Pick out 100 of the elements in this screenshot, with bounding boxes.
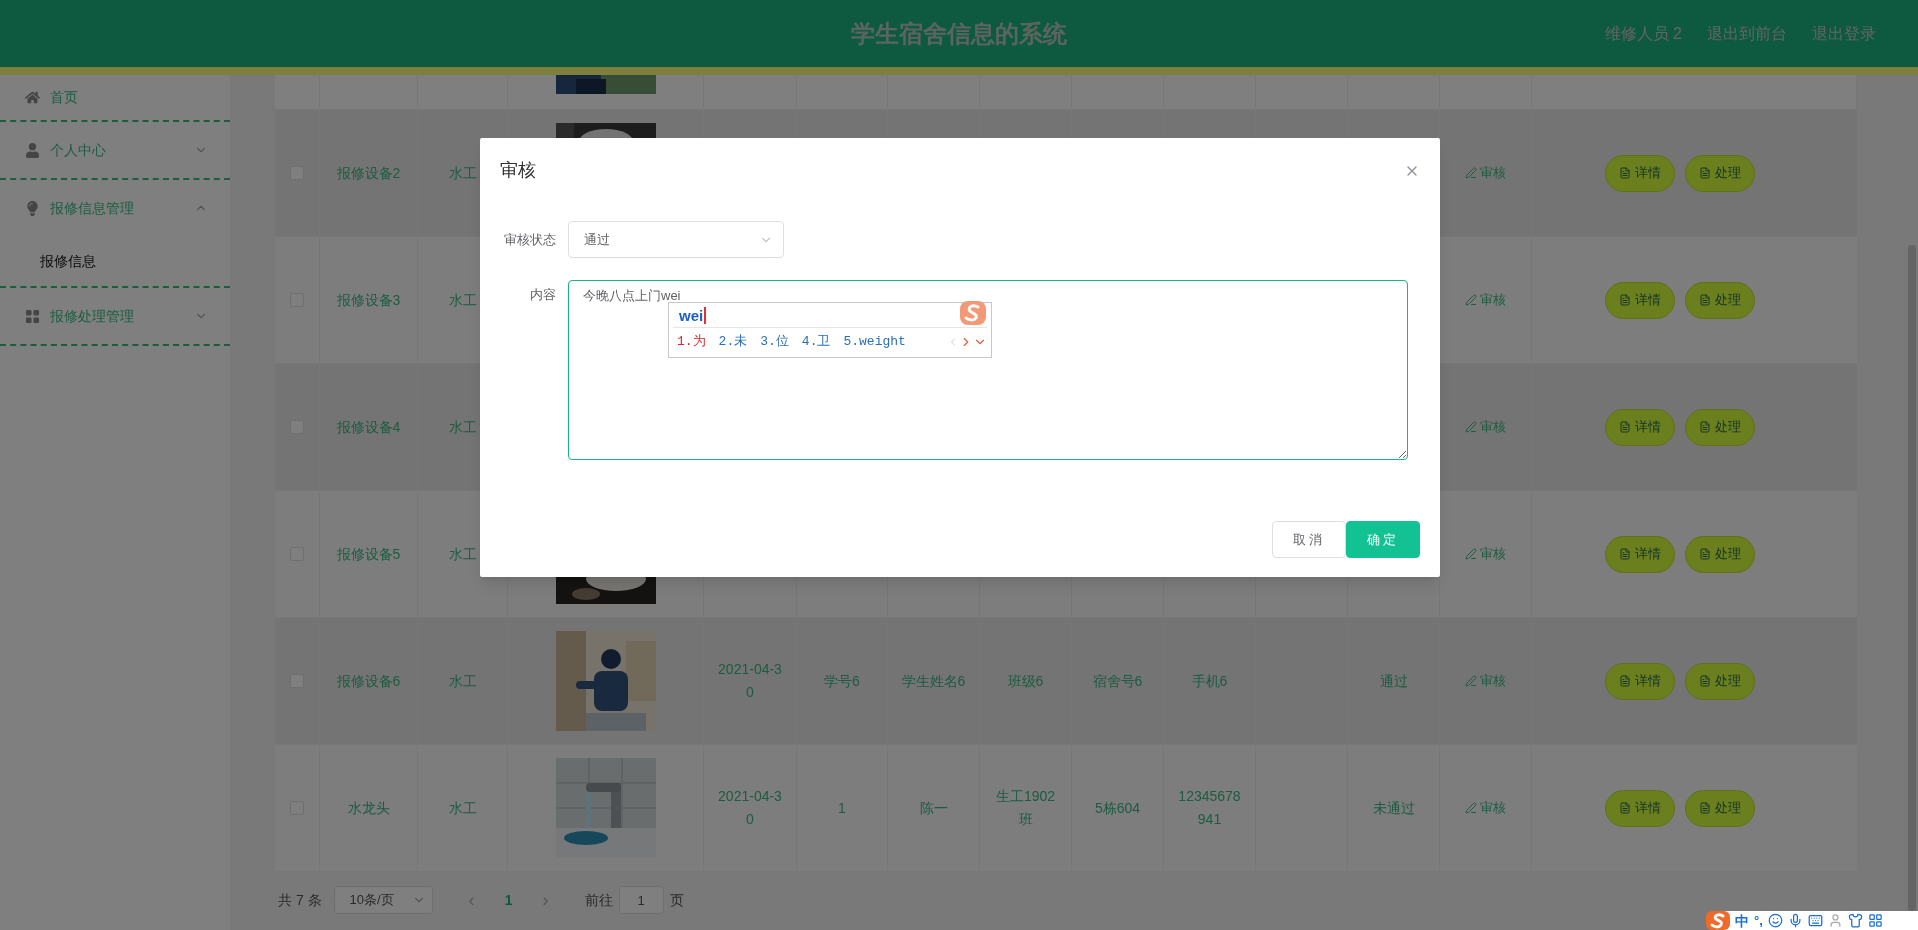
field-label: 审核状态: [503, 231, 557, 249]
keyboard-icon[interactable]: [1807, 913, 1823, 928]
document-icon: [1619, 675, 1631, 687]
menu-icon: [25, 308, 40, 324]
table-cell-text: 学生姓名6: [900, 671, 967, 691]
table-cell-text: 水工: [447, 290, 478, 310]
row-action-button[interactable]: 详情: [1605, 789, 1675, 827]
ime-candidate[interactable]: 1.为: [677, 332, 706, 352]
row-action-button[interactable]: 详情: [1605, 154, 1675, 192]
table-cell-text: 学号6: [823, 671, 861, 691]
goto-page-input[interactable]: 1: [618, 886, 664, 914]
confirm-button[interactable]: 确定: [1346, 521, 1420, 558]
table-cell-text: 手机6: [1190, 671, 1229, 691]
table-cell-text: 报修设备3: [335, 290, 402, 310]
document-icon: [1699, 548, 1711, 560]
app-title: 学生宿舍信息的系统: [851, 18, 1067, 49]
row-action-button[interactable]: 详情: [1605, 535, 1675, 573]
table-cell-text: 宿舍号6: [1091, 671, 1144, 691]
table-cell-text: 报修设备2: [335, 163, 402, 183]
page-size-select[interactable]: 10条/页: [333, 886, 433, 914]
scrollbar-thumb[interactable]: [1908, 245, 1916, 911]
document-icon: [1699, 421, 1711, 433]
audit-link[interactable]: 审核: [1465, 798, 1506, 818]
table-cell-text: 2021-04-30: [717, 787, 783, 829]
document-icon: [1619, 294, 1631, 306]
document-icon: [1619, 802, 1631, 814]
pen-icon: [1465, 548, 1477, 560]
menu-icon: [25, 142, 40, 158]
pen-icon: [1465, 167, 1477, 179]
document-icon: [1699, 802, 1711, 814]
audit-link[interactable]: 审核: [1465, 671, 1506, 691]
table-cell-text: 2021-04-30: [717, 660, 783, 702]
table-cell-text: 1: [837, 798, 847, 818]
sidebar-item[interactable]: 首页: [0, 75, 230, 120]
table-cell-text: 12345678941: [1177, 787, 1242, 829]
row-action-button[interactable]: 详情: [1605, 408, 1675, 446]
document-icon: [1699, 294, 1711, 306]
row-action-button[interactable]: 详情: [1605, 662, 1675, 700]
ime-candidate[interactable]: 4.卫: [801, 332, 831, 352]
row-action-button[interactable]: 处理: [1685, 154, 1755, 192]
sidebar-item[interactable]: 报修信息管理: [0, 180, 230, 236]
row-action-button[interactable]: 处理: [1685, 789, 1755, 827]
document-icon: [1619, 167, 1631, 179]
grid-icon[interactable]: [1867, 913, 1883, 928]
user-icon[interactable]: [1827, 913, 1843, 928]
audit-link[interactable]: 审核: [1465, 417, 1506, 437]
ime-candidate[interactable]: 3.位: [760, 332, 789, 352]
prev-page-button[interactable]: ‹: [456, 886, 487, 914]
document-icon: [1619, 421, 1631, 433]
pen-icon: [1465, 421, 1477, 433]
document-icon: [1619, 548, 1631, 560]
page-number[interactable]: 1: [498, 889, 519, 911]
ime-candidate[interactable]: 5.weight: [843, 332, 906, 352]
sidebar-item[interactable]: 报修处理管理: [0, 288, 230, 344]
table-cell-text: 未通过: [1371, 798, 1416, 818]
audit-link[interactable]: 审核: [1465, 544, 1506, 564]
audit-link[interactable]: 审核: [1465, 163, 1506, 183]
ime-candidate[interactable]: 2.未: [718, 332, 748, 352]
table-cell-text: 水工: [447, 544, 478, 564]
goto-suffix: 页: [669, 890, 684, 910]
pen-icon: [1465, 675, 1477, 687]
table-cell-text: 陈一: [918, 798, 949, 818]
row-action-button[interactable]: 处理: [1685, 408, 1755, 446]
menu-icon: [25, 90, 40, 105]
ime-mode[interactable]: 中: [1735, 912, 1749, 929]
table-cell-text: 班级6: [1006, 671, 1045, 691]
dialog-title: 审核: [500, 159, 536, 182]
ime-punctuation[interactable]: °,: [1754, 912, 1763, 929]
table-cell-text: 水工: [447, 163, 478, 183]
next-page-button[interactable]: ›: [530, 886, 561, 914]
table-cell-text: 水工: [447, 798, 478, 818]
pen-icon: [1465, 802, 1477, 814]
table-cell-text: 水工: [447, 671, 478, 691]
cancel-button[interactable]: 取消: [1272, 521, 1346, 558]
row-action-button[interactable]: 详情: [1605, 281, 1675, 319]
microphone-icon[interactable]: [1787, 913, 1803, 928]
total-count: 共 7 条: [278, 890, 322, 910]
audit-link[interactable]: 审核: [1465, 290, 1506, 310]
field-label: 内容: [529, 286, 557, 304]
sidebar-item[interactable]: 个人中心: [0, 122, 230, 178]
row-action-button[interactable]: 处理: [1685, 535, 1755, 573]
table-cell-text: 水工: [447, 417, 478, 437]
emoji-icon[interactable]: [1767, 913, 1783, 928]
user-name: 维修人员 2: [1604, 23, 1682, 44]
ime-composition: wei: [679, 306, 707, 324]
row-action-button[interactable]: 处理: [1685, 281, 1755, 319]
menu-icon: [25, 200, 40, 216]
ime-logo-icon[interactable]: [1706, 911, 1730, 930]
table-cell-text: 报修设备6: [335, 671, 402, 691]
document-icon: [1699, 675, 1711, 687]
table-cell-text: 通过: [1378, 671, 1409, 691]
table-cell-text: 5栋604: [1093, 798, 1142, 818]
row-action-button[interactable]: 处理: [1685, 662, 1755, 700]
shirt-icon[interactable]: [1847, 913, 1863, 928]
table-cell-text: 水龙头: [346, 798, 391, 818]
goto-label: 前往: [584, 890, 613, 910]
status-select[interactable]: 通过: [568, 221, 784, 258]
table-cell-text: 报修设备5: [335, 544, 402, 564]
document-icon: [1699, 167, 1711, 179]
sidebar-subitem[interactable]: 报修信息: [0, 236, 230, 286]
